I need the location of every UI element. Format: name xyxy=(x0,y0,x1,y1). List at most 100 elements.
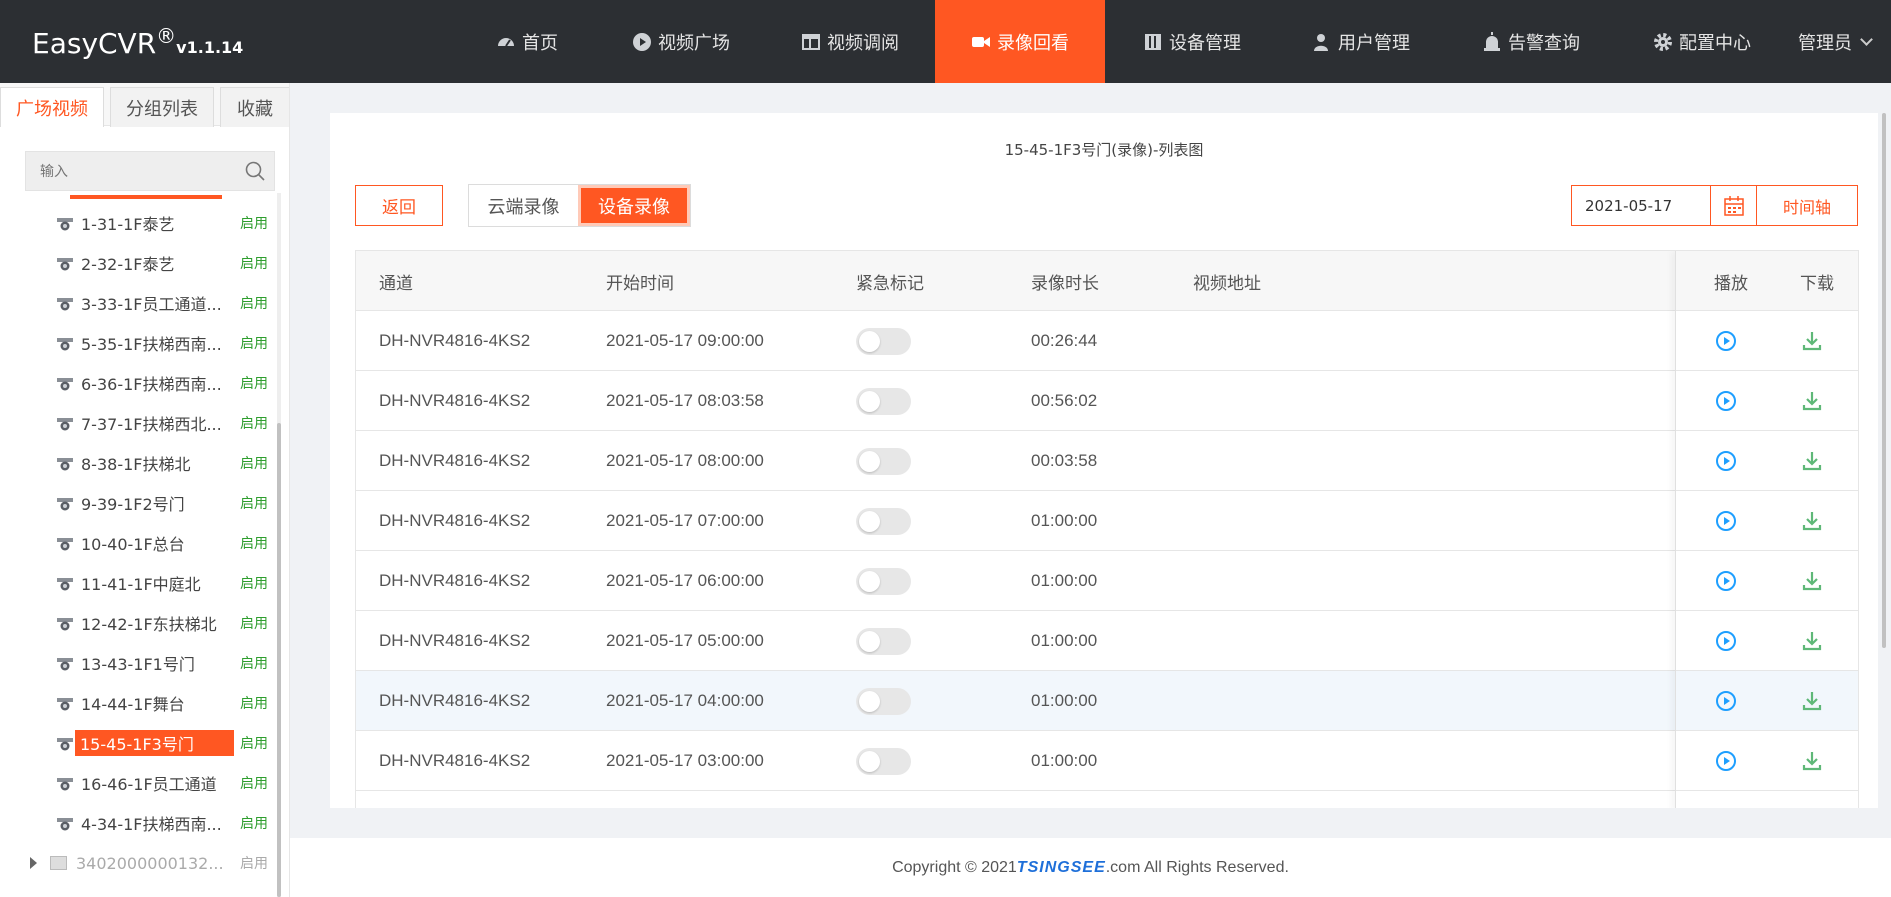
tree-item[interactable]: 16-46-1F员工通道 启用 xyxy=(0,763,275,803)
user-menu[interactable]: 管理员 xyxy=(1798,0,1873,83)
tree-item[interactable]: 4-34-1F扶梯西南... 启用 xyxy=(0,803,275,843)
urgent-toggle[interactable] xyxy=(856,388,911,415)
tab-group-list[interactable]: 分组列表 xyxy=(110,87,214,127)
status-badge: 启用 xyxy=(240,696,268,712)
nav-item-alarm-query[interactable]: 告警查询 xyxy=(1482,0,1580,83)
tree-item-label: 7-37-1F扶梯西北... xyxy=(81,415,222,434)
tree-item[interactable]: 5-35-1F扶梯西南... 启用 xyxy=(0,323,275,363)
nav-item-playback[interactable]: 录像回看 xyxy=(935,0,1105,83)
search-input[interactable] xyxy=(26,152,226,190)
table-row[interactable]: DH-NVR4816-4KS2 2021-05-17 04:00:00 01:00:… xyxy=(356,671,1858,731)
table-row[interactable]: DH-NVR4816-4KS2 2021-05-17 06:00:00 01:00:… xyxy=(356,551,1858,611)
tree-item-label: 14-44-1F舞台 xyxy=(81,695,185,714)
nav-label: 告警查询 xyxy=(1508,32,1580,54)
cell-channel: DH-NVR4816-4KS2 xyxy=(379,450,531,470)
copyright-prefix: Copyright © 2021 xyxy=(892,858,1017,876)
brand-registered-mark: ® xyxy=(156,24,177,48)
table-row[interactable]: DH-NVR4816-4KS2 2021-05-17 07:00:00 01:00:… xyxy=(356,491,1858,551)
calendar-icon[interactable] xyxy=(1710,186,1756,225)
cell-start-time: 2021-05-17 08:00:00 xyxy=(606,450,764,470)
tree-item-label: 11-41-1F中庭北 xyxy=(81,575,201,594)
date-picker[interactable]: 2021-05-17 xyxy=(1571,185,1757,226)
tree-item-label: 4-34-1F扶梯西南... xyxy=(81,815,222,834)
urgent-toggle[interactable] xyxy=(856,688,911,715)
tree-item[interactable]: 9-39-1F2号门 启用 xyxy=(0,483,275,523)
status-badge: 启用 xyxy=(240,216,268,232)
tree-item[interactable]: 3-33-1F员工通道... 启用 xyxy=(0,283,275,323)
camera-icon xyxy=(56,216,74,231)
cell-start-time: 2021-05-17 05:00:00 xyxy=(606,630,764,650)
tree-item[interactable]: 12-42-1F东扶梯北 启用 xyxy=(0,603,275,643)
device-icon xyxy=(1143,32,1163,52)
status-badge: 启用 xyxy=(240,656,268,672)
nav-label: 视频调阅 xyxy=(827,32,899,54)
nav-item-user-management[interactable]: 用户管理 xyxy=(1312,0,1410,83)
cell-duration: 01:00:00 xyxy=(1031,690,1098,710)
urgent-toggle[interactable] xyxy=(856,448,911,475)
tree-item[interactable]: 1-31-1F泰艺 启用 xyxy=(0,203,275,243)
table-row[interactable]: DH-NVR4816-4KS2 2021-05-17 09:00:00 00:26:… xyxy=(356,311,1858,371)
timeline-button[interactable]: 时间轴 xyxy=(1756,185,1858,226)
video-camera-icon xyxy=(971,32,991,52)
user-name: 管理员 xyxy=(1798,32,1852,54)
nav-item-home[interactable]: 首页 xyxy=(496,0,558,83)
nav-label: 录像回看 xyxy=(997,32,1069,54)
camera-icon xyxy=(56,536,74,551)
tree-item[interactable]: 14-44-1F舞台 启用 xyxy=(0,683,275,723)
tree-item[interactable]: 6-36-1F扶梯西南... 启用 xyxy=(0,363,275,403)
camera-icon xyxy=(56,296,74,311)
tree-item[interactable]: 15-45-1F3号门 启用 xyxy=(0,723,275,763)
brand-logo: EasyCVR®v1.1.14 xyxy=(32,24,243,60)
layout-icon xyxy=(801,32,821,52)
tree-item[interactable]: 11-41-1F中庭北 启用 xyxy=(0,563,275,603)
tab-device-recording[interactable]: 设备录像 xyxy=(578,185,690,226)
search-icon[interactable] xyxy=(244,160,266,182)
nav-label: 设备管理 xyxy=(1169,32,1241,54)
search-box xyxy=(25,151,275,191)
nav-item-config-center[interactable]: 配置中心 xyxy=(1653,0,1751,83)
tree-item-label: 1-31-1F泰艺 xyxy=(81,215,175,234)
urgent-toggle[interactable] xyxy=(856,628,911,655)
tree-item[interactable]: 13-43-1F1号门 启用 xyxy=(0,643,275,683)
table-row[interactable]: DH-NVR4816-4KS2 2021-05-17 08:03:58 00:56:… xyxy=(356,371,1858,431)
tab-favorites[interactable]: 收藏 xyxy=(220,87,289,127)
urgent-toggle[interactable] xyxy=(856,508,911,535)
tree-group-node[interactable]: 3402000000132... 启用 xyxy=(0,843,275,883)
tree-item[interactable]: 7-37-1F扶梯西北... 启用 xyxy=(0,403,275,443)
tree-item-label: 16-46-1F员工通道 xyxy=(81,775,217,794)
status-badge: 启用 xyxy=(240,736,268,752)
nav-item-video-review[interactable]: 视频调阅 xyxy=(801,0,899,83)
nav-item-video-square[interactable]: 视频广场 xyxy=(632,0,730,83)
tree-item-label: 15-45-1F3号门 xyxy=(75,730,234,756)
tree-item-label: 3402000000132... xyxy=(76,853,224,873)
copyright-suffix: .com All Rights Reserved. xyxy=(1105,858,1289,876)
tree-item[interactable]: 10-40-1F总台 启用 xyxy=(0,523,275,563)
col-video-url: 视频地址 xyxy=(1193,273,1261,294)
cell-duration: 00:56:02 xyxy=(1031,390,1098,410)
tab-cloud-recording[interactable]: 云端录像 xyxy=(469,185,578,226)
urgent-toggle[interactable] xyxy=(856,568,911,595)
nav-label: 首页 xyxy=(522,32,558,54)
cell-start-time: 2021-05-17 04:00:00 xyxy=(606,690,764,710)
left-scrollbar[interactable] xyxy=(277,193,281,897)
cell-channel: DH-NVR4816-4KS2 xyxy=(379,570,531,590)
tree-item[interactable]: 2-32-1F泰艺 启用 xyxy=(0,243,275,283)
urgent-toggle[interactable] xyxy=(856,748,911,775)
tab-square-video[interactable]: 广场视频 xyxy=(0,87,104,127)
status-badge: 启用 xyxy=(240,336,268,352)
left-scrollbar-thumb[interactable] xyxy=(277,423,281,897)
table-row[interactable] xyxy=(356,791,1858,808)
back-button[interactable]: 返回 xyxy=(355,185,443,226)
table-row[interactable]: DH-NVR4816-4KS2 2021-05-17 05:00:00 01:00:… xyxy=(356,611,1858,671)
status-badge: 启用 xyxy=(240,776,268,792)
table-row[interactable]: DH-NVR4816-4KS2 2021-05-17 03:00:00 01:00:… xyxy=(356,731,1858,791)
main-scrollbar[interactable] xyxy=(1882,113,1886,648)
table-row[interactable]: DH-NVR4816-4KS2 2021-05-17 08:00:00 00:03:… xyxy=(356,431,1858,491)
tree-item[interactable]: 8-38-1F扶梯北 启用 xyxy=(0,443,275,483)
alarm-icon xyxy=(1482,31,1502,52)
urgent-toggle[interactable] xyxy=(856,328,911,355)
expand-caret-icon[interactable] xyxy=(30,857,37,869)
cell-duration: 00:03:58 xyxy=(1031,450,1098,470)
nav-item-device-management[interactable]: 设备管理 xyxy=(1143,0,1241,83)
cell-start-time: 2021-05-17 08:03:58 xyxy=(606,390,764,410)
